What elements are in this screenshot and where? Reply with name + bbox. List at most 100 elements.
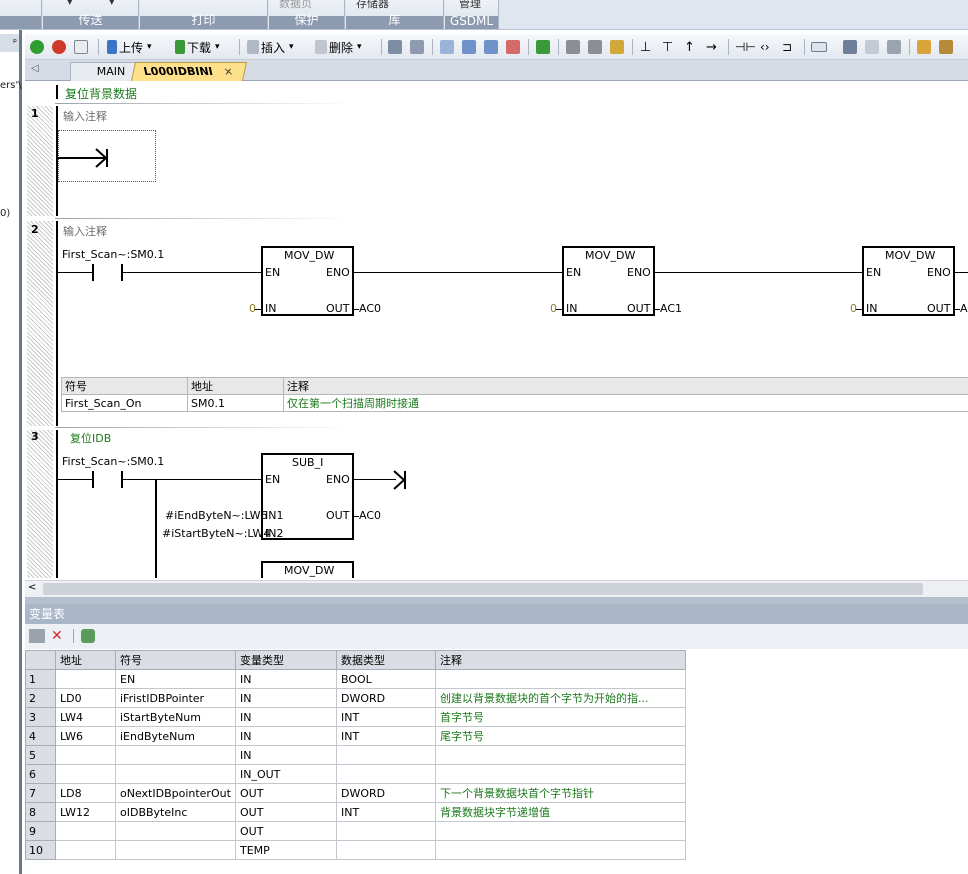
toggle-poi-button[interactable] xyxy=(388,37,402,57)
vartype-cell[interactable]: OUT xyxy=(235,783,337,803)
download-button[interactable]: 下载 ▾ xyxy=(175,37,220,57)
note-button[interactable] xyxy=(865,37,879,57)
datatype-cell[interactable] xyxy=(336,764,436,784)
datatype-cell[interactable]: DWORD xyxy=(336,688,436,708)
insert-row-icon[interactable] xyxy=(29,629,45,643)
symbol-cell[interactable]: iStartByteNum xyxy=(115,707,236,727)
datatype-cell[interactable]: INT xyxy=(336,707,436,727)
network-comment[interactable]: 输入注释 xyxy=(63,223,107,239)
branch-down-button[interactable]: ⊥ xyxy=(640,37,651,57)
box-in1-value[interactable]: #iEndByteN~:LW6 xyxy=(165,509,267,522)
table-row[interactable]: 5 IN xyxy=(25,745,686,765)
symbol-cell[interactable] xyxy=(115,764,236,784)
table-row[interactable]: 7 LD8 oNextIDBpointerOut OUT DWORD 下一个背景数据块首个… xyxy=(25,783,686,803)
ribbon-group-transfer[interactable]: ▾ ▾ 传送 xyxy=(43,0,139,29)
export-button[interactable] xyxy=(536,37,550,57)
box-out-value[interactable]: A xyxy=(960,302,968,315)
scroll-left-icon[interactable]: < xyxy=(28,582,36,593)
ribbon-item-datapage[interactable]: 数据页 xyxy=(279,0,312,11)
comment-cell[interactable] xyxy=(435,669,686,689)
panel-splitter[interactable] xyxy=(25,597,968,604)
address-cell[interactable]: LD8 xyxy=(55,783,116,803)
comment-cell[interactable]: 创建以背景数据块的首个字节为开始的指... xyxy=(435,688,686,708)
clear-bookmarks-button[interactable] xyxy=(506,37,520,57)
ribbon-item-manage[interactable]: 管理 xyxy=(459,0,481,11)
unlock-button[interactable] xyxy=(610,37,624,57)
ladder-editor[interactable]: 复位背景数据 1 输入注释 2 输入注释 First_Scan~:SM0.1 M… xyxy=(25,82,968,578)
label-button[interactable] xyxy=(811,37,827,57)
datatype-cell[interactable] xyxy=(336,745,436,765)
key-button[interactable] xyxy=(917,37,931,57)
vartable-col-address[interactable]: 地址 xyxy=(55,650,116,670)
contact-label[interactable]: First_Scan~:SM0.1 xyxy=(62,455,164,468)
address-cell[interactable] xyxy=(55,764,116,784)
table-row[interactable]: 6 IN_OUT xyxy=(25,764,686,784)
datatype-cell[interactable]: INT xyxy=(336,802,436,822)
chevron-down-icon[interactable]: ▾ xyxy=(289,42,294,52)
symbol-cell[interactable]: iEndByteNum xyxy=(115,726,236,746)
table-row[interactable]: 3 LW4 iStartByteNum IN INT 首字节号 xyxy=(25,707,686,727)
symbol-cell[interactable] xyxy=(115,821,236,841)
comment-cell[interactable] xyxy=(435,745,686,765)
ribbon-dropdown-icon-2[interactable]: ▾ xyxy=(109,0,115,8)
vartable-col-symbol[interactable]: 符号 xyxy=(115,650,236,670)
vartype-cell[interactable]: OUT xyxy=(235,802,337,822)
upload-button[interactable]: 上传 ▾ xyxy=(107,37,152,57)
vartype-cell[interactable]: IN xyxy=(235,745,337,765)
datatype-cell[interactable]: INT xyxy=(336,726,436,746)
box-out-value[interactable]: AC0 xyxy=(359,509,381,522)
vartype-cell[interactable]: IN xyxy=(235,726,337,746)
table-row[interactable]: 4 LW6 iEndByteNum IN INT 尾字节号 xyxy=(25,726,686,746)
address-cell[interactable] xyxy=(55,821,116,841)
symbol-cell[interactable]: iFristIDBPointer xyxy=(115,688,236,708)
box-out-value[interactable]: AC1 xyxy=(660,302,682,315)
chevron-down-icon[interactable]: ▾ xyxy=(147,42,152,52)
datatype-cell[interactable]: BOOL xyxy=(336,669,436,689)
box-button[interactable]: ⊐ xyxy=(782,37,792,57)
vartype-cell[interactable]: IN xyxy=(235,669,337,689)
edit-button[interactable] xyxy=(887,37,901,57)
branch-up-button[interactable]: ⊤ xyxy=(662,37,673,57)
stop-button[interactable] xyxy=(52,37,66,57)
comment-cell[interactable] xyxy=(435,764,686,784)
symbol-cell[interactable]: oIDBByteInc xyxy=(115,802,236,822)
run-button[interactable] xyxy=(30,37,44,57)
address-cell[interactable] xyxy=(55,669,116,689)
contact-button[interactable]: ⊣⊢ xyxy=(735,37,756,57)
address-cell[interactable]: LW4 xyxy=(55,707,116,727)
address-cell[interactable] xyxy=(55,840,116,860)
ribbon-item-memory[interactable]: 存储器 xyxy=(356,0,389,11)
ribbon-group-gsdml[interactable]: 管理 GSDML xyxy=(445,0,499,29)
vartype-cell[interactable]: OUT xyxy=(235,821,337,841)
refresh-icon[interactable] xyxy=(81,629,95,643)
help-button[interactable] xyxy=(939,37,953,57)
datatype-cell[interactable] xyxy=(336,821,436,841)
table-row[interactable]: 1 EN IN BOOL xyxy=(25,669,686,689)
compile-button[interactable] xyxy=(74,37,88,57)
horizontal-scrollbar[interactable]: < xyxy=(25,580,968,597)
coil-button[interactable]: ‹› xyxy=(760,37,770,57)
comment-cell[interactable]: 尾字节号 xyxy=(435,726,686,746)
variable-table[interactable]: 地址 符号 变量类型 数据类型 注释 1 EN IN BOOL 2 LD0 iFristID… xyxy=(25,650,686,860)
tab-l000idbini[interactable]: L000IDBINI × xyxy=(130,62,248,81)
prev-bookmark-button[interactable] xyxy=(462,37,476,57)
symbol-cell[interactable] xyxy=(115,840,236,860)
vartype-cell[interactable]: IN xyxy=(235,688,337,708)
address-cell[interactable]: LD0 xyxy=(55,688,116,708)
bookmark-button[interactable] xyxy=(440,37,454,57)
tab-scroll-left-icon[interactable]: ◁ xyxy=(31,63,39,74)
vartype-cell[interactable]: TEMP xyxy=(235,840,337,860)
comment-cell[interactable]: 背景数据块字节递增值 xyxy=(435,802,686,822)
table-row[interactable]: 8 LW12 oIDBByteInc OUT INT 背景数据块字节递增值 xyxy=(25,802,686,822)
address-cell[interactable]: LW12 xyxy=(55,802,116,822)
delete-row-icon[interactable]: ✕ xyxy=(51,628,63,644)
scrollbar-thumb[interactable] xyxy=(43,583,923,595)
pin-icon[interactable]: ᵖ xyxy=(0,34,19,52)
comment-cell[interactable] xyxy=(435,821,686,841)
table-button[interactable] xyxy=(843,37,857,57)
table-row[interactable]: 2 LD0 iFristIDBPointer IN DWORD 创建以背景数据块的首个字节… xyxy=(25,688,686,708)
ribbon-group-protect[interactable]: 数据页 保护 xyxy=(269,0,345,29)
comment-cell[interactable]: 首字节号 xyxy=(435,707,686,727)
vartype-cell[interactable]: IN_OUT xyxy=(235,764,337,784)
network-comment[interactable]: 复位IDB xyxy=(70,430,111,446)
